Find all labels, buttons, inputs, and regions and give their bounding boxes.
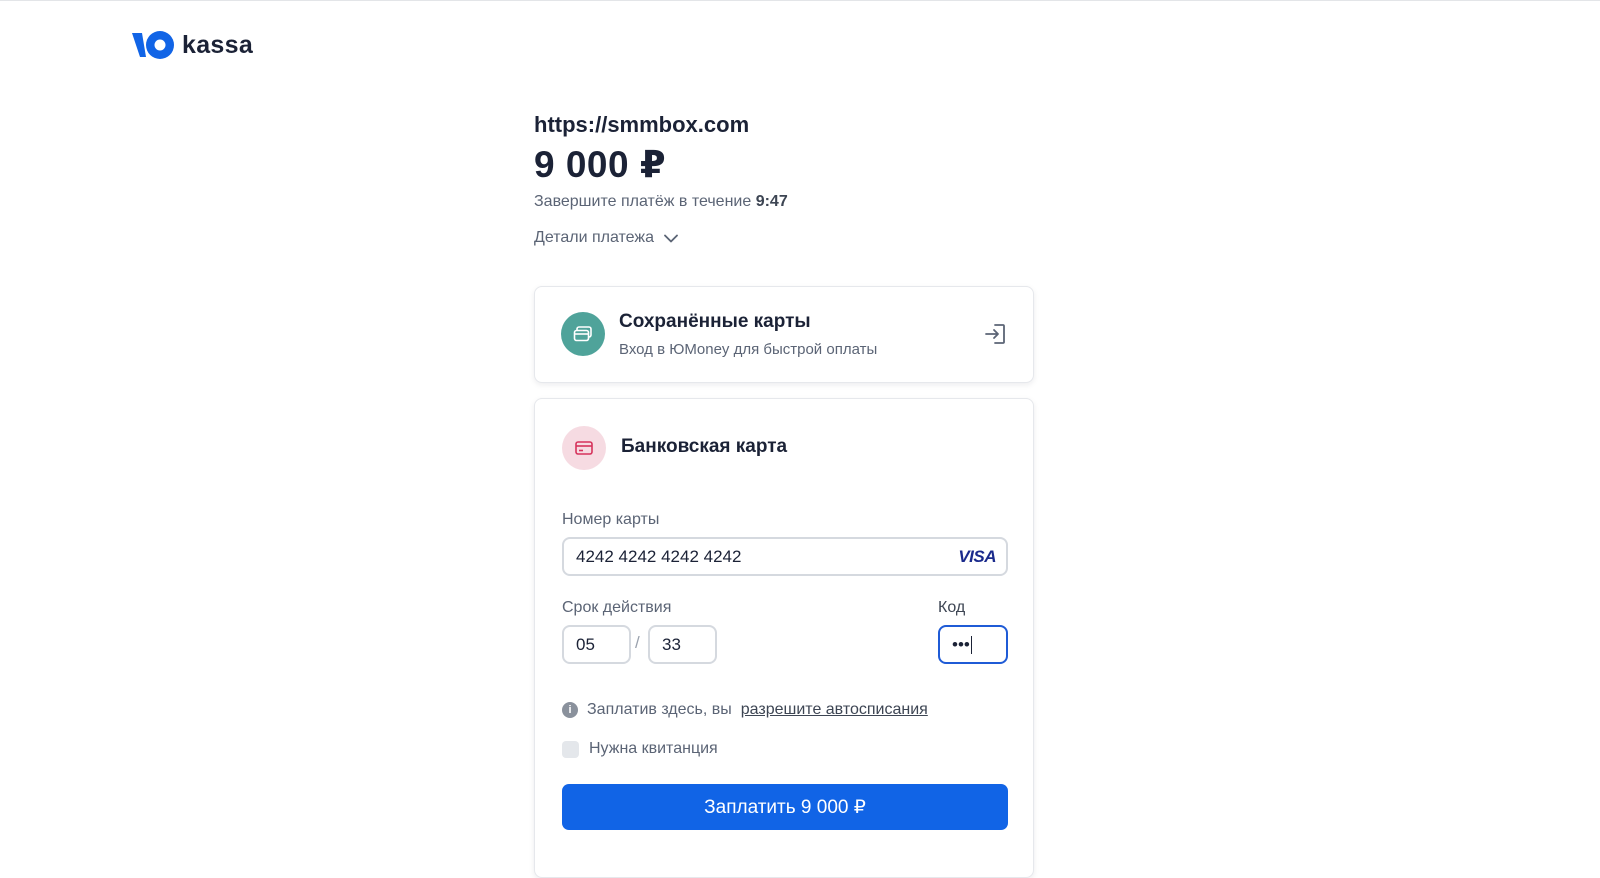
- card-number-label: Номер карты: [562, 511, 660, 528]
- bank-card-panel: Банковская карта Номер карты 4242 4242 4…: [534, 398, 1034, 878]
- payment-timer: Завершите платёж в течение 9:47: [534, 193, 788, 211]
- payment-amount: 9 000 ₽: [534, 144, 667, 185]
- card-number-input[interactable]: 4242 4242 4242 4242 VISA: [562, 537, 1008, 576]
- autopay-link[interactable]: разрешите автосписания: [741, 701, 928, 719]
- cvc-value: •••: [952, 634, 970, 654]
- cards-icon: [573, 326, 592, 342]
- details-label: Детали платежа: [534, 229, 654, 246]
- logo: kassa: [132, 30, 253, 60]
- bank-card-title: Банковская карта: [621, 436, 788, 457]
- expiry-year-value: 33: [662, 634, 681, 654]
- saved-cards-badge: [561, 312, 605, 356]
- autopay-notice: i Заплатив здесь, вы разрешите автосписа…: [562, 701, 928, 719]
- chevron-down-icon: [664, 234, 678, 242]
- autopay-text: Заплатив здесь, вы: [587, 701, 732, 718]
- timer-text: Завершите платёж в течение: [534, 193, 752, 210]
- info-icon: i: [562, 702, 578, 718]
- expiry-year-input[interactable]: 33: [648, 625, 717, 664]
- saved-cards-title: Сохранённые карты: [619, 311, 811, 332]
- expiry-month-input[interactable]: 05: [562, 625, 631, 664]
- cvc-label: Код: [938, 599, 966, 616]
- receipt-option[interactable]: Нужна квитанция: [562, 740, 718, 758]
- receipt-label: Нужна квитанция: [589, 740, 718, 757]
- visa-logo: VISA: [958, 547, 996, 566]
- text-caret: [970, 635, 972, 654]
- saved-cards-subtitle: Вход в ЮMoney для быстрой оплаты: [619, 341, 878, 358]
- receipt-checkbox[interactable]: [562, 740, 579, 758]
- merchant-url: https://smmbox.com: [534, 112, 750, 137]
- saved-cards-panel[interactable]: Сохранённые карты Вход в ЮMoney для быст…: [534, 286, 1034, 383]
- top-divider: [0, 0, 1600, 1]
- logo-mark-icon: [132, 31, 174, 59]
- bank-card-icon: [575, 441, 593, 455]
- logo-text: kassa: [182, 30, 254, 59]
- expiry-month-value: 05: [576, 634, 595, 654]
- payment-details-toggle[interactable]: Детали платежа: [534, 229, 678, 247]
- login-arrow-icon[interactable]: [983, 322, 1007, 346]
- pay-button[interactable]: Заплатить 9 000 ₽: [562, 784, 1008, 830]
- card-number-value: 4242 4242 4242 4242: [576, 546, 742, 566]
- cvc-input[interactable]: •••: [938, 625, 1008, 664]
- bank-card-badge: [562, 426, 606, 470]
- timer-value: 9:47: [755, 193, 788, 210]
- expiry-separator: /: [635, 633, 640, 652]
- expiry-label: Срок действия: [562, 599, 672, 616]
